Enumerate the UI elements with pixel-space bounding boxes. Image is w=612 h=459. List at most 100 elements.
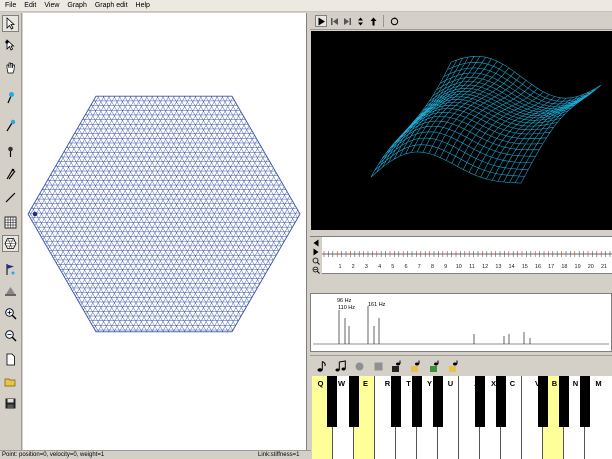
menu-edit[interactable]: Edit <box>21 0 41 12</box>
play-icon[interactable] <box>315 15 327 27</box>
key-label: 2 <box>327 379 332 388</box>
status-link-text: Link:stiffness=1 <box>258 452 300 458</box>
timeline-ruler[interactable]: 1 2 3 4 5 6 7 8 9 10 11 12 13 14 15 16 17 18 19 20 21 <box>322 237 612 275</box>
key-label: U <box>447 379 454 388</box>
timeline-tick-label: 19 <box>575 264 581 270</box>
menu-view[interactable]: View <box>41 0 64 12</box>
hand-pan-tool-icon[interactable] <box>2 59 19 76</box>
piano-keyboard: Q 2 W 3 E R S T 6 Y 7 U Z X C V B H N J … <box>312 376 612 459</box>
up-arrow-icon[interactable] <box>367 15 379 27</box>
left-arrow-icon[interactable] <box>311 238 321 247</box>
select-tool-icon[interactable] <box>2 15 19 32</box>
step-back-icon[interactable] <box>328 15 340 27</box>
key-label: C <box>509 379 516 388</box>
status-bar: Point: position=0, velocity=0, weight=1 … <box>0 450 311 459</box>
save-file-icon[interactable] <box>2 395 19 412</box>
add-link-tool-icon[interactable] <box>2 189 19 206</box>
instrument-c-icon[interactable] <box>428 359 443 374</box>
timeline-tick-label: 16 <box>535 264 541 270</box>
new-file-icon[interactable] <box>2 351 19 368</box>
menu-graph-edit[interactable]: Graph edit <box>92 0 133 12</box>
timeline-tick-label: 17 <box>548 264 554 270</box>
spectrum-plot: 96 Hz 110 Hz 161 Hz <box>313 298 609 345</box>
timeline-tick-label: 21 <box>601 264 607 270</box>
double-note-icon[interactable] <box>333 359 348 374</box>
note-toolbar <box>310 355 612 376</box>
timeline-tick-label: 18 <box>561 264 567 270</box>
peak-label: 110 Hz <box>338 305 355 311</box>
timeline-controls <box>310 237 322 275</box>
surface-wireframe <box>370 56 602 184</box>
zoom-in-icon[interactable] <box>311 256 321 265</box>
up-down-icon[interactable] <box>354 15 366 27</box>
3d-view[interactable] <box>311 31 612 230</box>
timeline-tick-label: 20 <box>588 264 594 270</box>
menu-bar: File Edit View Graph Graph edit Help <box>0 0 612 12</box>
timeline-tick-label: 8 <box>431 264 434 270</box>
toolbar-divider <box>383 15 384 27</box>
timeline-tick-label: 2 <box>352 264 355 270</box>
wave-surface <box>370 56 602 184</box>
timeline-tick-label: 4 <box>378 264 381 270</box>
key-label: N <box>572 379 579 388</box>
square-grid-tool-icon[interactable] <box>2 214 19 231</box>
reset-icon[interactable] <box>388 15 400 27</box>
tool-palette <box>0 13 22 450</box>
instrument-b-icon[interactable] <box>409 359 424 374</box>
mesh-lines <box>28 96 300 332</box>
record-icon[interactable] <box>352 359 367 374</box>
hex-grid-tool-icon[interactable] <box>2 235 19 252</box>
peak-label: 161 Hz <box>368 302 386 308</box>
peak-label: 96 Hz <box>337 298 352 304</box>
key-label: Z <box>474 379 479 388</box>
timeline-tick-label: 3 <box>365 264 368 270</box>
key-label: E <box>362 379 368 388</box>
key-label: B <box>551 379 558 388</box>
timeline-tick-label: 12 <box>482 264 488 270</box>
graph-canvas[interactable] <box>23 13 307 450</box>
player-toolbar <box>310 13 612 30</box>
stop-icon[interactable] <box>371 359 386 374</box>
menu-graph[interactable]: Graph <box>64 0 91 12</box>
add-node-tool-icon[interactable] <box>2 89 19 106</box>
key-label: 7 <box>437 379 442 388</box>
key-label: V <box>534 379 540 388</box>
timeline: 1 2 3 4 5 6 7 8 9 10 11 12 13 14 15 16 17 18 19 20 21 <box>310 236 612 275</box>
key-label: X <box>490 379 496 388</box>
timeline-tick-label: 10 <box>456 264 462 270</box>
key-label: S <box>394 379 400 388</box>
pluck-tool-icon[interactable] <box>2 165 19 182</box>
hexagonal-mesh[interactable] <box>23 13 307 450</box>
key-label: M <box>595 379 602 388</box>
open-file-icon[interactable] <box>2 373 19 390</box>
timeline-tick-label: 14 <box>509 264 515 270</box>
key-label: 6 <box>416 379 421 388</box>
anchor-tool-icon[interactable] <box>2 283 19 300</box>
zoom-out-tool-icon[interactable] <box>2 327 19 344</box>
instrument-d-icon[interactable] <box>447 359 462 374</box>
right-arrow-icon[interactable] <box>311 247 321 256</box>
frequency-spectrum: 96 Hz 110 Hz 161 Hz <box>310 293 612 352</box>
timeline-tick-label: 6 <box>404 264 407 270</box>
timeline-tick-label: 5 <box>391 264 394 270</box>
key-label: 3 <box>349 379 354 388</box>
timeline-tick-label: 9 <box>444 264 447 270</box>
status-text: Point: position=0, velocity=0, weight=1 <box>2 452 105 458</box>
menu-help[interactable]: Help <box>133 0 155 12</box>
key-label: J <box>584 379 589 388</box>
menu-file[interactable]: File <box>2 0 21 12</box>
zoom-in-tool-icon[interactable] <box>2 305 19 322</box>
step-forward-icon[interactable] <box>341 15 353 27</box>
timeline-tick-label: 15 <box>522 264 528 270</box>
instrument-a-icon[interactable] <box>390 359 405 374</box>
zoom-out-icon[interactable] <box>311 265 321 274</box>
excite-point <box>32 211 38 217</box>
select-add-tool-icon[interactable] <box>2 37 19 54</box>
timeline-tick-label: 11 <box>469 264 475 270</box>
flag-tool-icon[interactable] <box>2 261 19 278</box>
edit-node-tool-icon[interactable] <box>2 117 19 134</box>
timeline-tick-label: 13 <box>495 264 501 270</box>
app-window: File Edit View Graph Graph edit Help 1 2… <box>0 0 612 459</box>
note-icon[interactable] <box>314 359 329 374</box>
pin-node-tool-icon[interactable] <box>2 143 19 160</box>
